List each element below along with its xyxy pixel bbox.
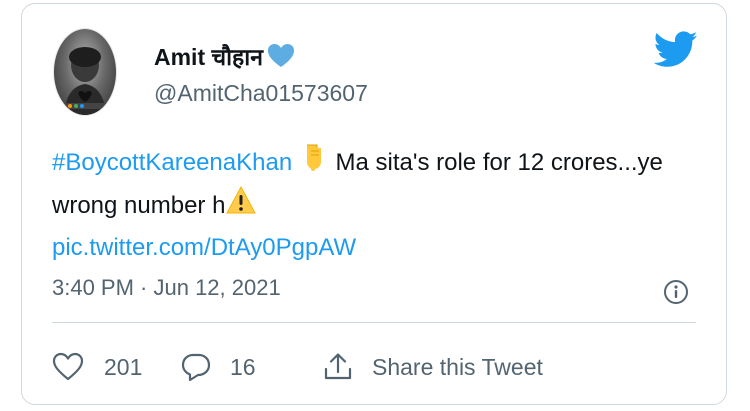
author-handle[interactable]: @AmitCha01573607 [154, 80, 368, 107]
twitter-bird-icon[interactable] [653, 31, 698, 68]
avatar[interactable] [53, 28, 117, 116]
share-icon [324, 353, 352, 380]
author-name-row[interactable]: Amit चौहान [154, 40, 295, 72]
like-button[interactable]: 201 [52, 352, 180, 382]
share-label: Share this Tweet [372, 353, 543, 380]
reply-button[interactable]: 16 [180, 352, 322, 382]
share-button[interactable]: Share this Tweet [322, 352, 543, 382]
like-count: 201 [104, 353, 143, 380]
pointing-down-icon [299, 142, 329, 185]
avatar-photo [62, 47, 108, 115]
tweet-card: Amit चौहान @AmitCha01573607 #BoycottKare… [21, 3, 727, 405]
tweet-actions: 201 16 Share this Tweet [52, 342, 543, 392]
divider [52, 322, 696, 323]
heart-outline-icon [52, 352, 84, 381]
info-icon[interactable] [663, 279, 689, 305]
hashtag-link[interactable]: #BoycottKareenaKhan [52, 149, 292, 176]
reply-count: 16 [230, 353, 256, 380]
warning-icon [225, 185, 257, 228]
tweet-body: #BoycottKareenaKhan Ma sita's role for 1… [52, 142, 692, 268]
media-link[interactable]: pic.twitter.com/DtAy0PgpAW [52, 234, 356, 261]
reply-bubble-icon [181, 353, 211, 382]
author-display-name[interactable]: Amit चौहान [154, 40, 263, 72]
tweet-timestamp[interactable]: 3:40 PM · Jun 12, 2021 [52, 275, 281, 301]
blue-heart-icon [267, 43, 295, 69]
